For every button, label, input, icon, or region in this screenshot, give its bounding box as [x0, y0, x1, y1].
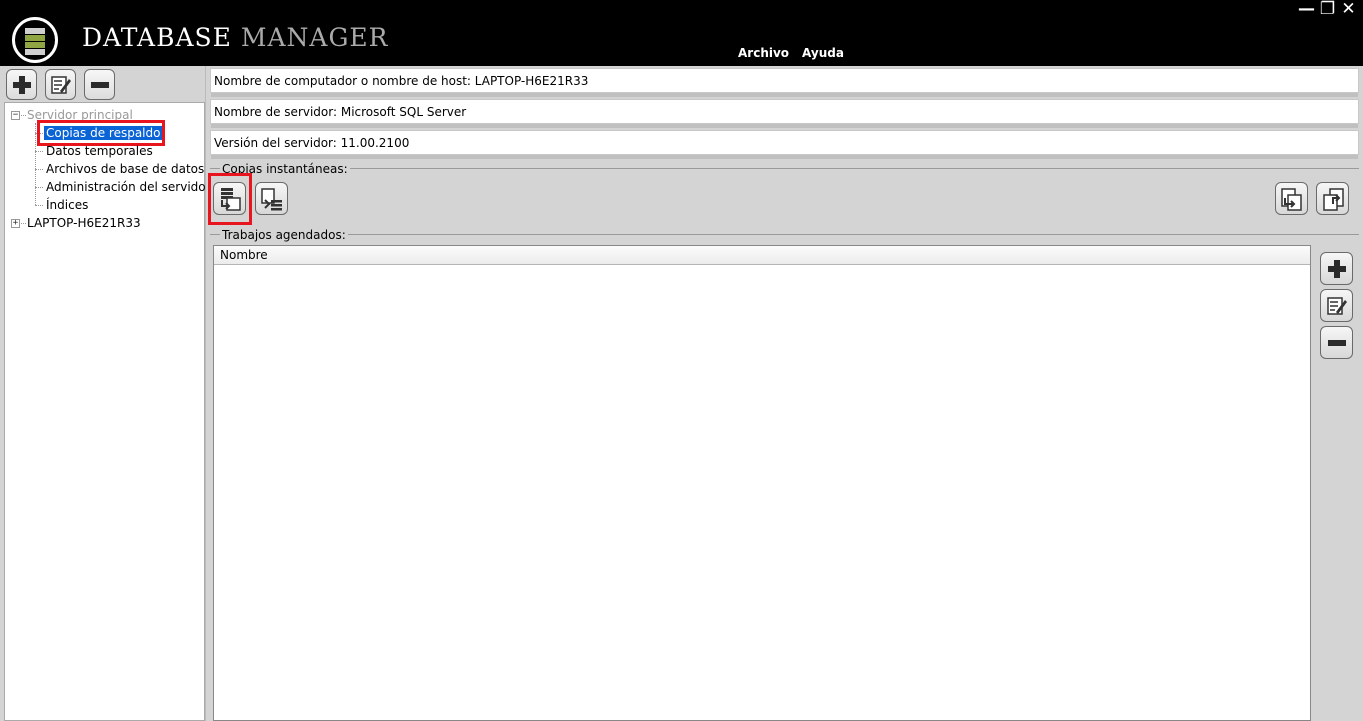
export-snapshot-button[interactable]: [1275, 182, 1308, 215]
remove-server-button[interactable]: [84, 69, 115, 100]
minus-icon: [1327, 339, 1346, 346]
tree-connector: [35, 123, 36, 205]
tree-connector: [35, 205, 43, 206]
expand-icon[interactable]: +: [11, 219, 20, 228]
tree-connector: [35, 151, 43, 152]
close-icon[interactable]: ✕: [1340, 0, 1357, 18]
restore-icon[interactable]: ❐: [1319, 0, 1336, 18]
app-title-part2: MANAGER: [240, 23, 389, 52]
tree-node-administracion-del-servidor[interactable]: Administración del servidor: [46, 180, 211, 195]
tree-connector: [35, 169, 43, 170]
tree-node-laptop[interactable]: LAPTOP-H6E21R33: [27, 216, 141, 231]
add-job-button[interactable]: [1320, 252, 1353, 285]
list-snapshots-button[interactable]: [255, 182, 288, 215]
minus-icon: [90, 81, 109, 88]
collapse-icon[interactable]: −: [11, 111, 20, 120]
host-info: Nombre de computador o nombre de host: L…: [210, 68, 1359, 97]
tree-connector: [35, 187, 43, 188]
tree-node-indices[interactable]: Índices: [46, 198, 88, 213]
window-controls: — ❐ ✕: [1298, 0, 1357, 18]
edit-server-button[interactable]: [45, 69, 76, 100]
remove-job-button[interactable]: [1320, 326, 1353, 359]
menu-archivo[interactable]: Archivo: [738, 46, 789, 60]
menu-ayuda[interactable]: Ayuda: [802, 46, 844, 60]
plus-icon: [1327, 259, 1346, 278]
highlight-box: [37, 120, 165, 146]
tree-toolbar: [0, 66, 205, 102]
app-title-part1: DATABASE: [82, 23, 232, 52]
scheduled-jobs-label: Trabajos agendados:: [220, 228, 348, 242]
plus-icon: [12, 75, 31, 94]
snapshot-import-icon: [1322, 187, 1344, 211]
server-version-info: Versión del servidor: 11.00.2100: [210, 130, 1359, 159]
title-bar: DATABASE MANAGER Archivo Ayuda — ❐ ✕: [0, 0, 1363, 66]
tree-node-datos-temporales[interactable]: Datos temporales: [46, 144, 153, 159]
column-header-nombre[interactable]: Nombre: [214, 246, 1310, 265]
import-snapshot-button[interactable]: [1316, 182, 1349, 215]
app-logo-icon: [12, 17, 58, 63]
tree-connector: [21, 223, 26, 224]
tree-node-archivos-de-base-de-datos[interactable]: Archivos de base de datos: [46, 162, 204, 177]
server-name-info: Nombre de servidor: Microsoft SQL Server: [210, 99, 1359, 128]
scheduled-jobs-table[interactable]: Nombre: [213, 245, 1311, 721]
add-server-button[interactable]: [6, 69, 37, 100]
snapshots-group: [210, 168, 1359, 223]
snapshot-export-icon: [1280, 187, 1302, 211]
edit-job-button[interactable]: [1320, 289, 1353, 322]
tree-connector: [21, 115, 26, 116]
app-title: DATABASE MANAGER: [82, 23, 388, 52]
highlight-box: [208, 173, 252, 225]
menu-bar: Archivo Ayuda: [738, 46, 844, 60]
snapshot-list-icon: [260, 187, 282, 210]
edit-icon: [1326, 296, 1347, 315]
minimize-icon[interactable]: —: [1298, 0, 1315, 18]
server-tree: − Servidor principal Copias de respaldo …: [4, 102, 211, 721]
edit-icon: [50, 75, 71, 94]
panel-splitter[interactable]: [205, 66, 209, 721]
